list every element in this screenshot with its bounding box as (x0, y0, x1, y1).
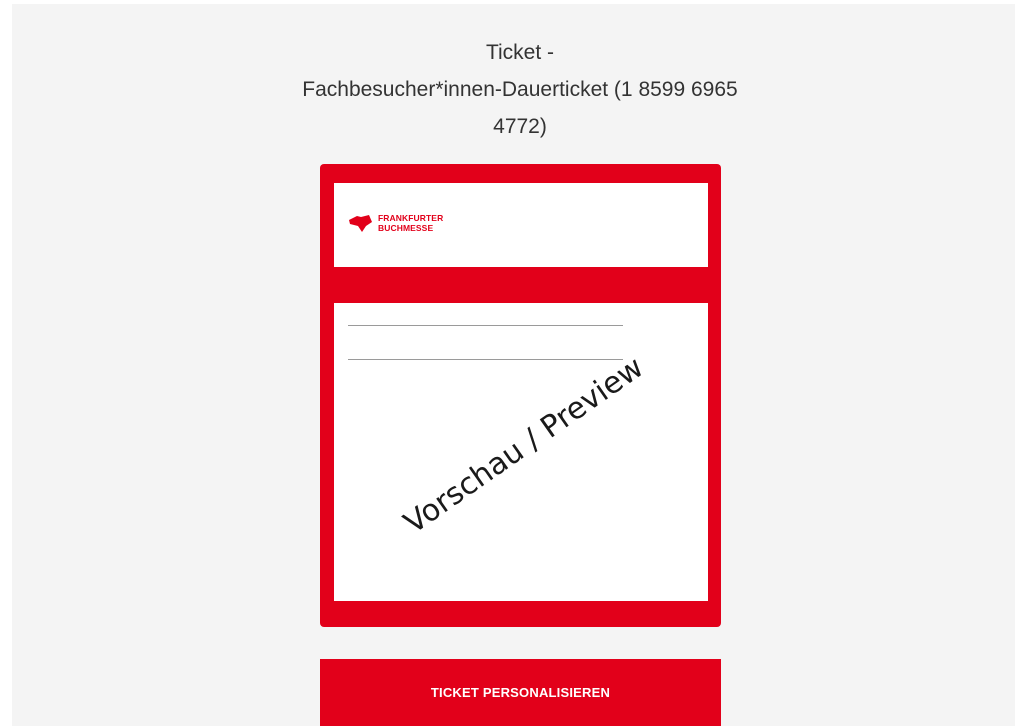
ticket-title-line-1: Ticket - (485, 41, 555, 64)
logo-line-1: FRANKFURTER (378, 213, 444, 223)
logo-wordmark: FRANKFURTER BUCHMESSE (378, 213, 443, 233)
ticket-title: Ticket - Fachbesucher*innen-Dauerticket … (240, 34, 800, 145)
preview-watermark: Vorschau / Preview (397, 349, 651, 542)
ticket-body: Vorschau / Preview (334, 303, 708, 601)
logo-line-2: BUCHMESSE (378, 223, 434, 233)
personalize-ticket-button[interactable]: TICKET PERSONALISIEREN (320, 659, 721, 726)
book-fair-logo-icon (349, 215, 372, 232)
company-line (348, 359, 623, 360)
name-line (348, 325, 623, 326)
frankfurter-buchmesse-logo: FRANKFURTER BUCHMESSE (348, 211, 468, 241)
page: Ticket - Fachbesucher*innen-Dauerticket … (0, 0, 1015, 726)
ticket-header: FRANKFURTER BUCHMESSE (334, 183, 708, 267)
ticket-preview-card: FRANKFURTER BUCHMESSE Vorschau / Preview (320, 164, 721, 627)
ticket-title-line-2: Fachbesucher*innen-Dauerticket (1 8599 6… (302, 78, 738, 101)
ticket-title-line-3: 4772) (493, 115, 547, 138)
